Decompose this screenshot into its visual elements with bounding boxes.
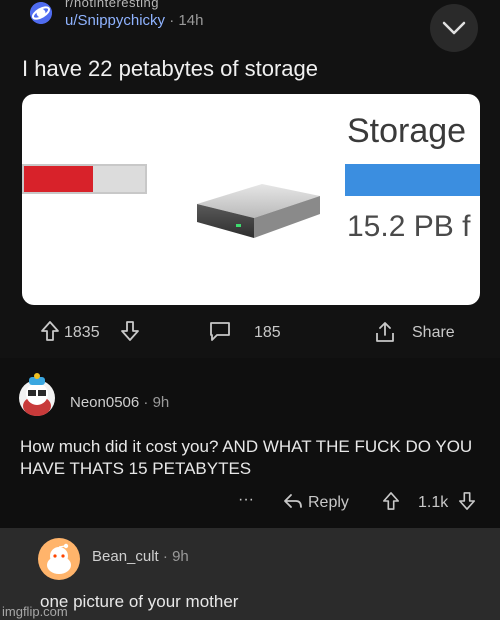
comment-icon[interactable] [208, 320, 232, 342]
capacity-text: 15.2 PB f [347, 210, 471, 243]
share-icon[interactable] [373, 320, 397, 344]
comment-vote-count: 1.1k [418, 494, 449, 511]
comment-age: 9h [172, 548, 189, 565]
post-age: 14h [178, 12, 204, 29]
post-title[interactable]: I have 22 petabytes of storage [22, 56, 318, 82]
comment-meta: Bean_cult · 9h [92, 548, 189, 565]
comment-meta: Neon0506 · 9h [70, 394, 169, 411]
comment-body: one picture of your mother [40, 592, 239, 611]
post-image[interactable]: Storage 15.2 PB f [22, 94, 480, 305]
comment: Bean_cult · 9h one picture of your mothe… [0, 528, 500, 620]
post-header: r/notinteresting u/Snippychicky · 14h [30, 0, 478, 52]
downvote-icon[interactable] [120, 320, 140, 342]
upvote-count: 1835 [64, 324, 100, 341]
meta-separator: · [169, 12, 175, 29]
more-options-button[interactable]: ··· [238, 491, 254, 509]
comment-body: How much did it cost you? AND WHAT THE F… [20, 437, 473, 478]
upvote-icon[interactable] [382, 491, 400, 511]
storage-usage-bar-blue [345, 164, 480, 196]
hard-drive-icon [197, 184, 320, 238]
drive-usage-bar-red [22, 164, 147, 194]
post-meta: u/Snippychicky · 14h [65, 12, 203, 29]
post: r/notinteresting u/Snippychicky · 14h I … [0, 0, 500, 358]
downvote-icon[interactable] [458, 491, 476, 511]
chevron-down-button[interactable] [430, 4, 478, 52]
drive-usage-fill [24, 166, 93, 192]
comment-actions: ··· Reply 1.1k [238, 491, 498, 515]
subreddit-name[interactable]: r/notinteresting [65, 0, 159, 10]
user-avatar-icon[interactable] [15, 370, 59, 418]
user-avatar-icon[interactable] [38, 538, 80, 580]
watermark: imgflip.com [2, 604, 68, 619]
meta-separator: · [143, 394, 149, 411]
reply-icon[interactable] [282, 491, 304, 511]
reply-button[interactable]: Reply [308, 494, 349, 512]
post-author[interactable]: u/Snippychicky [65, 12, 165, 29]
comment-age: 9h [152, 394, 170, 411]
upvote-icon[interactable] [40, 320, 60, 342]
comment-count[interactable]: 185 [254, 324, 281, 342]
comment-author[interactable]: Bean_cult [92, 548, 159, 565]
post-actions: 1835 185 Share [40, 320, 480, 346]
chevron-down-icon [442, 21, 466, 35]
comment: Neon0506 · 9h How much did it cost you? … [0, 358, 500, 528]
share-button[interactable]: Share [412, 324, 455, 342]
comment-author[interactable]: Neon0506 [70, 394, 139, 411]
storage-label: Storage [347, 112, 467, 150]
subreddit-icon[interactable] [30, 2, 52, 24]
meta-separator: · [162, 548, 168, 565]
